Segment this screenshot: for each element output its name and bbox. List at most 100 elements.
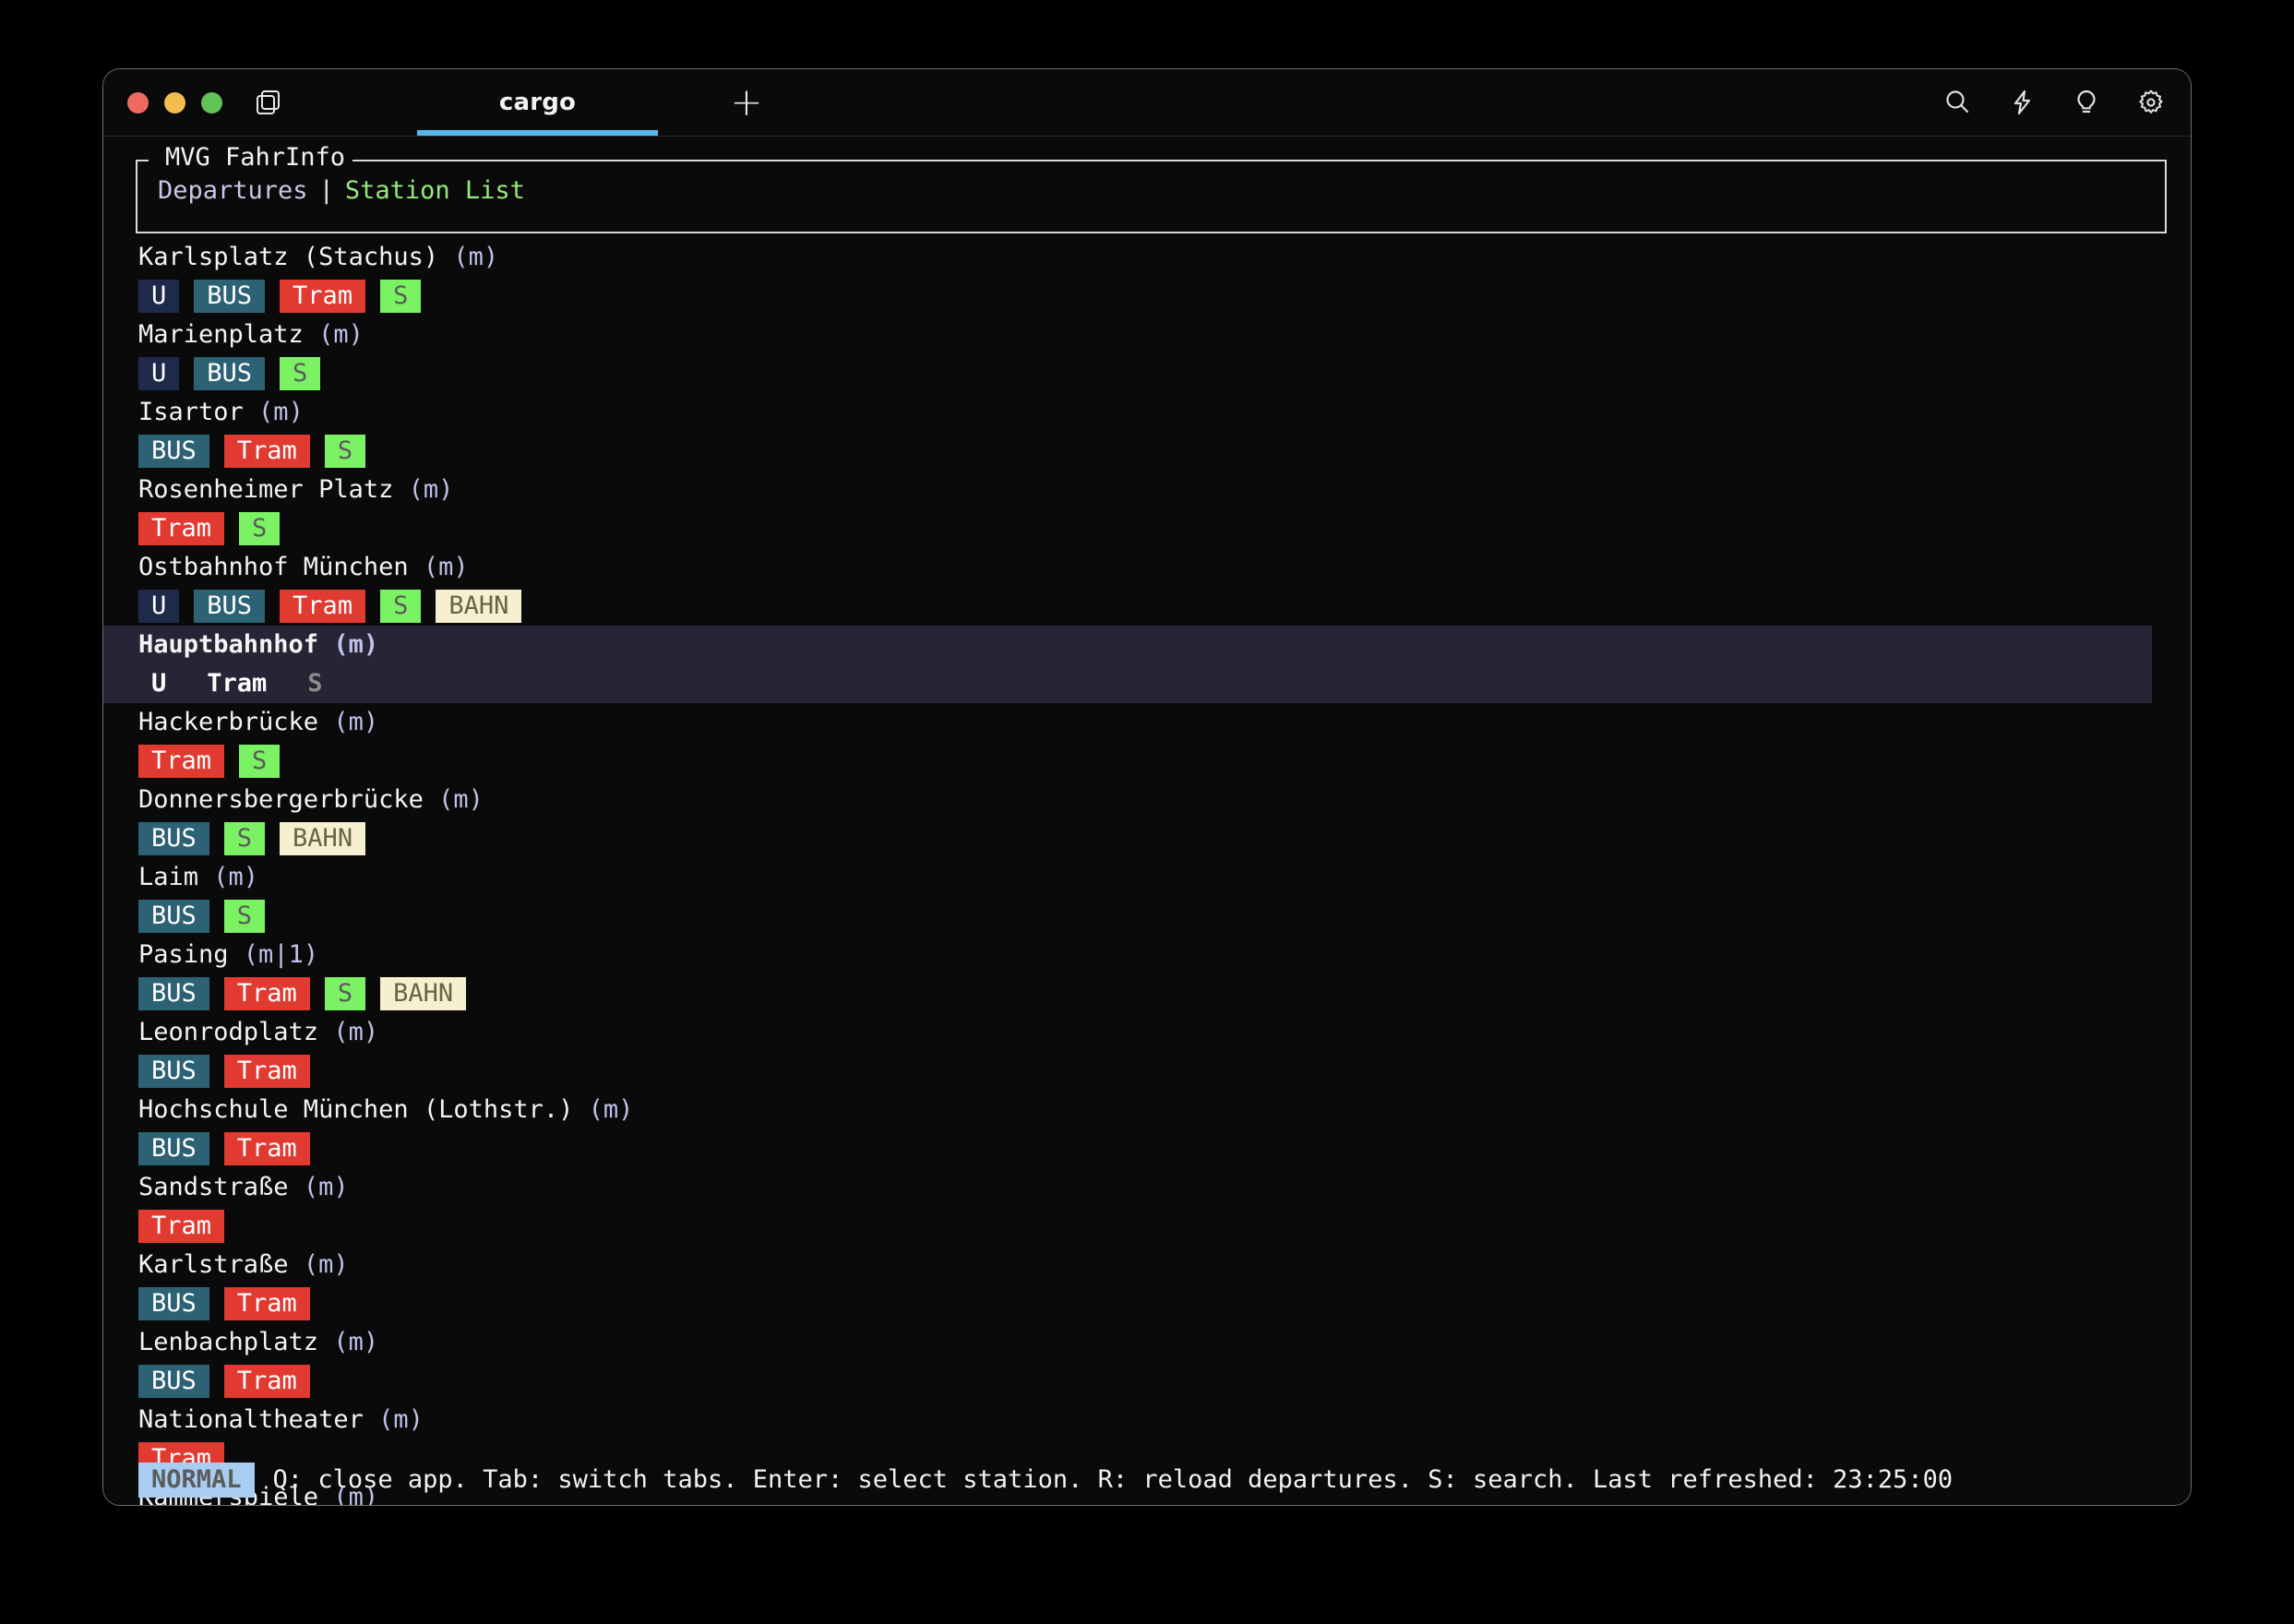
station-name: Laim (m) [103,858,2191,897]
station-row[interactable]: Karlstraße (m)BUSTram [103,1246,2191,1323]
station-row[interactable]: Hackerbrücke (m)TramS [103,703,2191,781]
station-row[interactable]: Hochschule München (Lothstr.) (m)BUS Tram [103,1091,2191,1168]
station-row[interactable]: Marienplatz (m)UBUSS [103,316,2191,393]
station-name: Hochschule München (Lothstr.) (m) [103,1091,2191,1129]
station-transport-badges: Tram [103,1207,2191,1246]
transport-badge-bus: BUS [138,822,209,855]
station-transport-badges: BUSSBAHN [103,819,2191,858]
station-transport-badges: UTramS [103,664,2152,703]
transport-badge-tram: Tram [224,1287,310,1320]
station-name-text: Nationaltheater [138,1405,364,1434]
station-name-text: Hackerbrücke [138,708,318,736]
transport-badge-bahn: BAHN [280,822,365,855]
status-hints: Q: close app. Tab: switch tabs. Enter: s… [273,1463,1953,1498]
transport-badge-bus: BUS [138,1287,209,1320]
station-row[interactable]: Donnersbergerbrücke (m)BUSSBAHN [103,781,2191,858]
station-name-suffix: (m) [573,1095,633,1124]
tab-strip: cargo + [371,69,771,136]
transport-badge-u: U [138,280,179,313]
station-row[interactable]: Rosenheimer Platz (m)TramS [103,471,2191,548]
transport-badge-u: U [138,590,179,623]
station-name-suffix: (m) [318,1018,378,1046]
app-tab-bar: Departures | Station List [158,176,525,205]
transport-badge-bus: BUS [194,280,265,313]
station-name-suffix: (m) [364,1405,424,1434]
station-name: Sandstraße (m) [103,1168,2191,1207]
title-bar-actions [1942,69,2167,136]
frame-border-top-left [136,160,149,161]
lightning-icon[interactable] [2006,87,2037,118]
transport-badge-tram: Tram [138,745,224,778]
title-bar: cargo + [103,69,2191,137]
minimize-window-button[interactable] [164,92,185,113]
station-name-suffix: (m|1) [229,940,319,969]
station-transport-badges: BUS Tram [103,1129,2191,1168]
station-name: Pasing (m|1) [103,936,2191,974]
transport-badge-tram: Tram [280,590,365,623]
transport-badge-bahn: BAHN [380,977,466,1010]
transport-badge-bus: BUS [194,357,265,390]
gear-icon[interactable] [2135,87,2167,118]
station-row[interactable]: Ostbahnhof München (m)UBUSTramSBAHN [103,548,2191,626]
station-transport-badges: BUSTramSBAHN [103,974,2191,1013]
station-name-suffix: (m) [318,708,378,736]
station-name-text: Hauptbahnhof [138,630,318,659]
transport-badge-s: S [325,435,365,468]
transport-badge-u: U [138,357,179,390]
station-name: Isartor (m) [103,393,2191,432]
search-icon[interactable] [1942,87,1973,118]
station-name-text: Leonrodplatz [138,1018,318,1046]
station-name-text: Karlstraße [138,1250,289,1279]
transport-badge-tram: Tram [138,1210,224,1243]
station-name-suffix: (m) [409,553,469,581]
lightbulb-icon[interactable] [2071,87,2102,118]
station-transport-badges: TramS [103,742,2191,781]
transport-badge-tram: Tram [224,1132,310,1165]
app-title: MVG FahrInfo [158,139,352,176]
station-name-text: Isartor [138,398,244,426]
station-list[interactable]: Karlsplatz (Stachus) (m)UBUSTramSMarienp… [103,238,2191,1505]
station-row[interactable]: Hauptbahnhof (m)UTramS [103,626,2152,703]
close-window-button[interactable] [127,92,149,113]
transport-badge-bus: BUS [138,1365,209,1398]
maximize-window-button[interactable] [201,92,222,113]
transport-badge-tram: Tram [224,1365,310,1398]
station-row[interactable]: Pasing (m|1)BUSTramSBAHN [103,936,2191,1013]
station-name: Donnersbergerbrücke (m) [103,781,2191,819]
station-name-suffix: (m) [438,243,498,271]
transport-badge-tram: Tram [280,280,365,313]
station-name-text: Rosenheimer Platz [138,475,393,504]
tab-separator: | [308,176,345,205]
transport-badge-tram: Tram [194,667,280,700]
station-row[interactable]: Lenbachplatz (m)BUSTram [103,1323,2191,1401]
transport-badge-bus: BUS [138,900,209,933]
new-tab-button[interactable]: + [723,78,771,126]
station-name-text: Donnersbergerbrücke [138,785,424,814]
transport-badge-s: S [224,900,265,933]
transport-badge-tram: Tram [224,435,310,468]
transport-badge-s: S [280,357,320,390]
frame-border-top-right [350,160,2167,161]
station-name: Leonrodplatz (m) [103,1013,2191,1052]
station-row[interactable]: Laim (m)BUS S [103,858,2191,936]
tab-departures[interactable]: Departures [158,176,308,205]
station-name-suffix: (m) [304,320,364,349]
transport-badge-bus: BUS [138,435,209,468]
tab-station-list[interactable]: Station List [345,176,525,205]
station-row[interactable]: Sandstraße (m)Tram [103,1168,2191,1246]
transport-badge-tram: Tram [224,1055,310,1088]
station-transport-badges: BUSTram [103,1052,2191,1091]
station-name-suffix: (m) [318,1328,378,1356]
station-row[interactable]: Leonrodplatz (m)BUSTram [103,1013,2191,1091]
station-name: Hackerbrücke (m) [103,703,2191,742]
transport-badge-bus: BUS [138,977,209,1010]
transport-badge-bus: BUS [138,1132,209,1165]
split-pane-icon[interactable] [253,87,284,118]
station-name-text: Ostbahnhof München [138,553,409,581]
terminal-window: cargo + [103,69,2191,1505]
transport-badge-u: U [138,667,179,700]
transport-badge-s: S [380,280,421,313]
tab-cargo[interactable]: cargo [371,69,704,136]
station-row[interactable]: Isartor (m)BUS Tram S [103,393,2191,471]
station-row[interactable]: Karlsplatz (Stachus) (m)UBUSTramS [103,238,2191,316]
